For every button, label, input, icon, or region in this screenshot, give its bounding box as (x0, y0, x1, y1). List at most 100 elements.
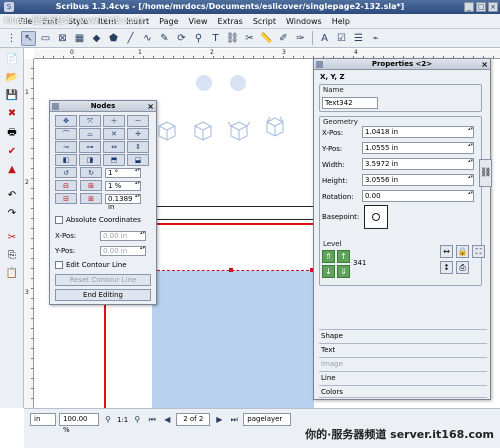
shear-up-icon[interactable]: ⬒ (103, 154, 125, 166)
selected-text-frame[interactable] (152, 271, 314, 408)
width-input[interactable]: 3.5972 in (362, 158, 474, 170)
mirror-vertical-icon[interactable]: ⇕ (127, 141, 149, 153)
zoom-ratio[interactable]: 1:1 (117, 416, 128, 424)
copy-properties-icon[interactable]: ✐ (276, 31, 291, 46)
open-path-icon[interactable]: ⊸ (55, 141, 77, 153)
menu-script[interactable]: Script (248, 17, 281, 26)
polygon-tool-icon[interactable]: ⬟ (106, 31, 121, 46)
menu-help[interactable]: Help (327, 17, 355, 26)
select-tool-icon[interactable]: ↖ (21, 30, 36, 46)
paste-icon[interactable]: 📋 (5, 266, 19, 280)
nodes-palette-titlebar[interactable]: Nodes × (50, 101, 156, 112)
unlink-frames-icon[interactable]: ✂ (242, 31, 257, 46)
link-frames-icon[interactable]: ⛓ (225, 31, 240, 46)
node-handle[interactable] (229, 268, 233, 272)
lock-icon[interactable]: 🔒 (456, 245, 469, 258)
rotation-amount-input[interactable]: 1 ° (105, 167, 141, 178)
tab-xyz[interactable]: X, Y, Z (320, 73, 345, 81)
menu-windows[interactable]: Windows (281, 17, 327, 26)
page-select[interactable]: 2 of 2 (176, 413, 211, 426)
undo-icon[interactable]: ↶ (5, 188, 19, 202)
rotate-cw-icon[interactable]: ↻ (80, 167, 102, 178)
item-name-input[interactable]: Text342 (322, 97, 378, 109)
node-ypos-input[interactable]: 0.00 in (100, 246, 146, 256)
last-page-icon[interactable]: ⏭ (228, 414, 240, 426)
menu-extras[interactable]: Extras (213, 17, 248, 26)
reset-contour-button[interactable]: Reset Contour Line (55, 274, 151, 286)
height-input[interactable]: 3.0556 in (362, 174, 474, 186)
close-icon[interactable]: × (147, 101, 154, 112)
close-document-icon[interactable]: ✖ (5, 106, 19, 120)
delete-node-icon[interactable]: － (127, 115, 149, 127)
reset-controls-icon[interactable]: ⌓ (79, 128, 101, 140)
next-page-icon[interactable]: ▶ (213, 414, 225, 426)
zoom-in-icon[interactable]: ⚲ (131, 414, 143, 426)
enlarge-icon[interactable]: ⊞ (80, 180, 102, 191)
close-button[interactable]: × (488, 2, 498, 12)
zoom-out-icon[interactable]: ⚲ (102, 414, 114, 426)
minimize-button[interactable]: _ (464, 2, 474, 12)
shrink-by-value-icon[interactable]: ⊟ (55, 193, 77, 204)
offset-amount-input[interactable]: 0.1389 in (105, 193, 141, 211)
xpos-input[interactable]: 1.0418 in (362, 126, 474, 138)
asymmetric-icon[interactable]: ✕ (103, 128, 125, 140)
tab-text[interactable]: Text (319, 343, 487, 356)
add-node-icon[interactable]: ＋ (103, 115, 125, 127)
print-icon[interactable]: 🖶 (5, 126, 19, 140)
close-path-icon[interactable]: ⊶ (79, 141, 101, 153)
bezier-tool-icon[interactable]: ∿ (140, 31, 155, 46)
image-frame-tool-icon[interactable]: ⊠ (55, 31, 70, 46)
tab-line[interactable]: Line (319, 371, 487, 384)
unit-select[interactable]: in (30, 413, 56, 426)
shape-tool-icon[interactable]: ◆ (89, 31, 104, 46)
tab-shape[interactable]: Shape (319, 329, 487, 342)
table-tool-icon[interactable]: ▦ (72, 31, 87, 46)
reset-control-icon[interactable]: ⌒ (55, 128, 77, 140)
freehand-tool-icon[interactable]: ✎ (157, 31, 172, 46)
pdf-link-icon[interactable]: ⌁ (368, 31, 383, 46)
new-document-icon[interactable]: 📄 (5, 52, 19, 66)
edit-text-tool-icon[interactable]: T (208, 31, 223, 46)
keep-ratio-chain-icon[interactable]: ⛓ (479, 159, 492, 187)
lower-to-bottom-icon[interactable]: ⇓ (337, 265, 350, 278)
scale-amount-input[interactable]: 1 % (105, 180, 141, 191)
cut-icon[interactable]: ✂ (5, 230, 19, 244)
export-pdf-icon[interactable]: ▲ (5, 162, 19, 176)
node-xpos-input[interactable]: 0.00 in (100, 231, 146, 241)
end-editing-button[interactable]: End Editing (55, 289, 151, 301)
pdf-push-button-icon[interactable]: A (317, 31, 332, 46)
pdf-checkbox-icon[interactable]: ☑ (334, 31, 349, 46)
move-control-icon[interactable]: ⤧ (79, 115, 101, 127)
printing-icon[interactable]: ⎙ (456, 261, 469, 274)
preflight-icon[interactable]: ✔ (5, 144, 19, 158)
lower-icon[interactable]: ↓ (322, 265, 335, 278)
text-frame-tool-icon[interactable]: ▭ (38, 31, 53, 46)
vertical-ruler[interactable]: 1 2 3 (24, 59, 34, 408)
menu-page[interactable]: Page (154, 17, 183, 26)
shear-right-icon[interactable]: ◨ (79, 154, 101, 166)
raise-icon[interactable]: ↑ (337, 250, 350, 263)
rotate-ccw-icon[interactable]: ↺ (55, 167, 77, 178)
absolute-coordinates-checkbox[interactable] (55, 216, 63, 224)
eyedropper-icon[interactable]: ✑ (293, 31, 308, 46)
move-nodes-icon[interactable]: ✥ (55, 115, 77, 127)
symmetric-icon[interactable]: ✛ (127, 128, 149, 140)
previous-page-icon[interactable]: ◀ (161, 414, 173, 426)
mirror-horizontal-icon[interactable]: ⇔ (103, 141, 125, 153)
save-icon[interactable]: 💾 (5, 88, 19, 102)
basepoint-selector[interactable] (364, 205, 388, 229)
tab-colors[interactable]: Colors (319, 385, 487, 398)
shear-left-icon[interactable]: ◧ (55, 154, 77, 166)
raise-to-top-icon[interactable]: ⇑ (322, 250, 335, 263)
properties-palette-titlebar[interactable]: Properties <2> × (314, 59, 490, 70)
rotation-input[interactable]: 0.00 (362, 190, 474, 202)
close-icon[interactable]: × (481, 59, 488, 70)
first-page-icon[interactable]: ⏮ (146, 414, 158, 426)
copy-icon[interactable]: ⎘ (5, 248, 19, 262)
flip-horizontal-icon[interactable]: ↔ (440, 245, 453, 258)
edit-contour-checkbox[interactable] (55, 261, 63, 269)
shrink-icon[interactable]: ⊟ (55, 180, 77, 191)
shear-down-icon[interactable]: ⬓ (127, 154, 149, 166)
maximize-button[interactable]: □ (476, 2, 486, 12)
layer-select[interactable]: pagelayer (243, 413, 292, 426)
